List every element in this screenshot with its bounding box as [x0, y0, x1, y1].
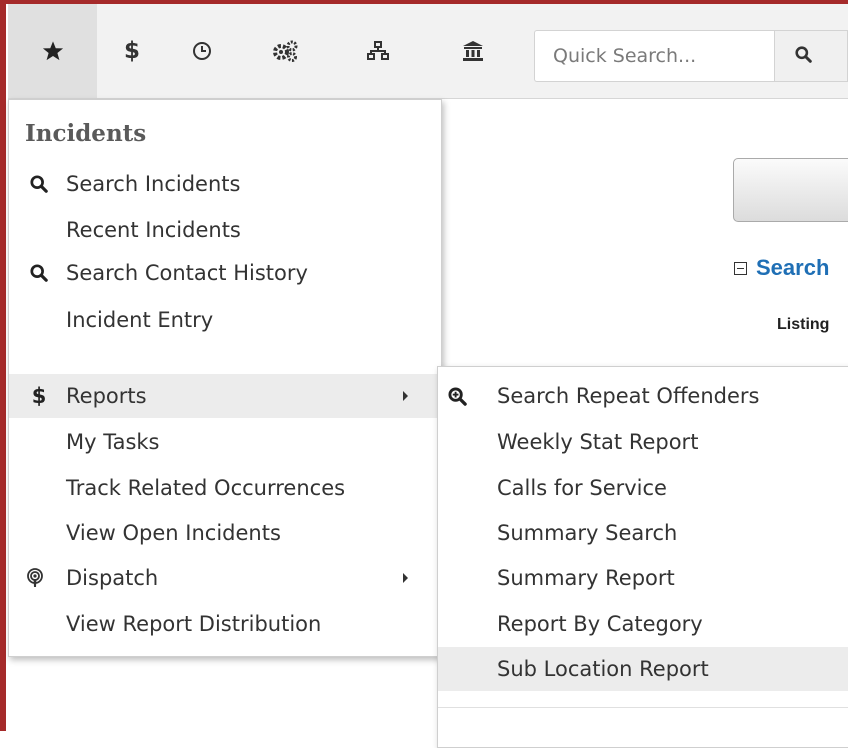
sitemap-icon: [367, 41, 389, 61]
listing-label: Listing: [777, 316, 830, 333]
favorites-button[interactable]: [8, 4, 97, 98]
menu-item-label: Recent Incidents: [66, 218, 241, 242]
clock-icon: [192, 41, 212, 61]
menu-item-label: Dispatch: [66, 566, 159, 590]
submenu-item-calls-for-service[interactable]: Calls for Service: [438, 466, 848, 510]
menu-item-view-open-incidents[interactable]: View Open Incidents: [9, 511, 439, 555]
menu-item-label: View Report Distribution: [66, 612, 322, 636]
institution-button[interactable]: [423, 4, 523, 98]
menu-item-label: Incident Entry: [66, 308, 214, 332]
cogs-icon: [272, 40, 298, 62]
menu-item-incident-entry[interactable]: Incident Entry: [9, 298, 439, 342]
quick-search-input[interactable]: [551, 44, 765, 68]
submenu-item-label: Summary Report: [497, 566, 675, 590]
menu-item-label: Search Contact History: [66, 261, 308, 285]
search-section-label: Search: [756, 255, 830, 280]
search-section-toggle[interactable]: Search: [734, 255, 829, 281]
search-icon: [28, 173, 50, 195]
search-icon: [795, 45, 812, 67]
submenu-item-label: Sub Location Report: [497, 657, 709, 681]
submenu-arrow-icon: [403, 391, 408, 401]
submenu-item-sub-location-report[interactable]: Sub Location Report: [438, 647, 848, 691]
submenu-item-label: Weekly Stat Report: [497, 430, 699, 454]
menu-item-dispatch[interactable]: Dispatch: [9, 556, 439, 600]
menu-item-label: View Open Incidents: [66, 521, 281, 545]
submenu-item-summary-search[interactable]: Summary Search: [438, 511, 848, 555]
submenu-item-search-repeat-offenders[interactable]: Search Repeat Offenders: [438, 374, 848, 418]
submenu-item-label: Search Repeat Offenders: [497, 384, 760, 408]
submenu-item-label: Report By Category: [497, 612, 703, 636]
submenu-item-report-by-category[interactable]: Report By Category: [438, 602, 848, 646]
menu-item-search-incidents[interactable]: Search Incidents: [9, 162, 439, 206]
menu-item-label: Search Incidents: [66, 172, 241, 196]
submenu-arrow-icon: [403, 573, 408, 583]
institution-icon: [462, 40, 484, 62]
page-action-button[interactable]: [733, 158, 848, 222]
menu-item-search-contact-history[interactable]: Search Contact History: [9, 251, 439, 295]
submenu-item-summary-report[interactable]: Summary Report: [438, 556, 848, 600]
submenu-item-label: Summary Search: [497, 521, 678, 545]
dollar-icon: $: [31, 384, 47, 408]
menu-item-label: My Tasks: [66, 430, 160, 454]
quick-search-field[interactable]: [534, 30, 774, 82]
submenu-divider: [438, 707, 848, 708]
history-button[interactable]: [167, 4, 237, 98]
menu-item-reports[interactable]: $ Reports: [9, 374, 439, 418]
collapse-icon: [734, 261, 747, 275]
menu-header-incidents: Incidents: [25, 120, 147, 147]
menu-item-label: Track Related Occurrences: [66, 476, 346, 500]
menu-item-recent-incidents[interactable]: Recent Incidents: [9, 208, 439, 252]
podcast-icon: [24, 567, 46, 589]
submenu-item-weekly-stat-report[interactable]: Weekly Stat Report: [438, 420, 848, 464]
dollar-icon: $: [123, 38, 140, 64]
search-plus-icon: [446, 385, 468, 407]
settings-button[interactable]: [237, 4, 333, 98]
reports-toolbar-button[interactable]: $: [97, 4, 167, 98]
menu-item-track-related-occurrences[interactable]: Track Related Occurrences: [9, 466, 439, 510]
menu-item-label: Reports: [66, 384, 147, 408]
menu-item-my-tasks[interactable]: My Tasks: [9, 420, 439, 464]
search-icon: [28, 262, 50, 284]
star-icon: [42, 40, 64, 62]
submenu-item-label: Calls for Service: [497, 476, 667, 500]
quick-search-button[interactable]: [774, 30, 848, 82]
menu-item-view-report-distribution[interactable]: View Report Distribution: [9, 602, 439, 646]
sitemap-button[interactable]: [333, 4, 423, 98]
